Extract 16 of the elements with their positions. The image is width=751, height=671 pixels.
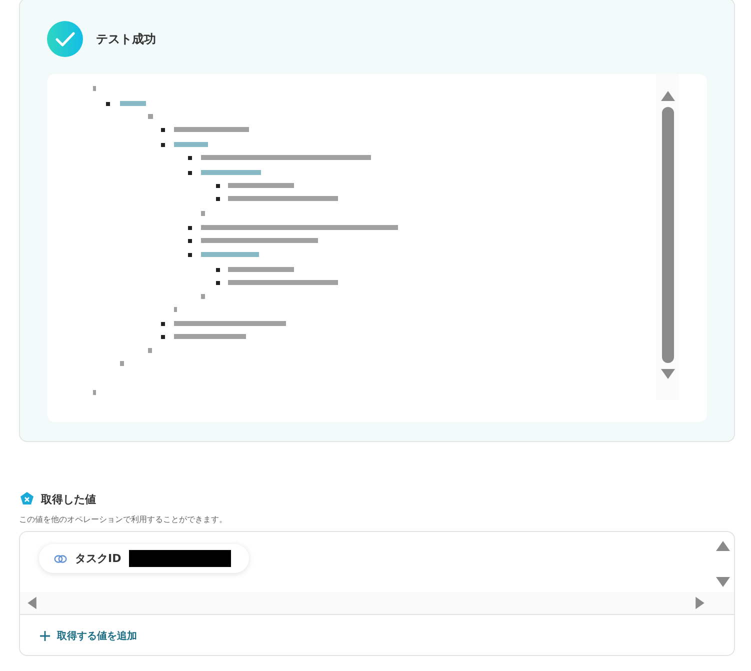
link-icon <box>54 554 67 564</box>
scroll-up-icon[interactable] <box>715 540 731 552</box>
check-icon <box>47 21 83 57</box>
scrollbar-thumb[interactable] <box>662 107 674 363</box>
value-chip[interactable]: タスクID <box>39 544 250 573</box>
scroll-up-icon[interactable] <box>660 90 676 102</box>
section-description: この値を他のオペレーションで利用することができます。 <box>19 514 228 525</box>
variable-icon <box>19 491 35 507</box>
plus-icon <box>40 631 50 641</box>
add-value-link[interactable]: 取得する値を追加 <box>40 629 137 643</box>
scroll-down-icon[interactable] <box>715 576 731 588</box>
scroll-down-icon[interactable] <box>660 368 676 380</box>
scroll-right-icon[interactable] <box>694 596 706 610</box>
result-title: テスト成功 <box>96 30 156 48</box>
section-title: 取得した値 <box>41 492 96 506</box>
scroll-left-icon[interactable] <box>26 596 38 610</box>
